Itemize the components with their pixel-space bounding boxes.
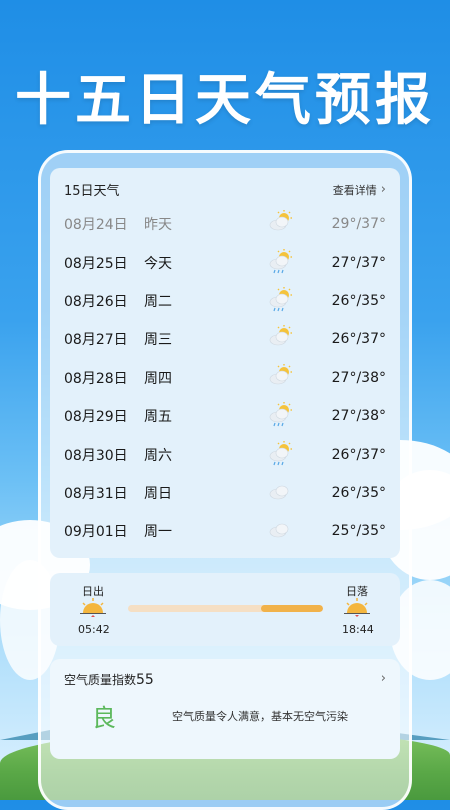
forecast-temp: 26°/37° [331, 446, 386, 463]
forecast-date: 09月01日 [64, 524, 128, 541]
partly-cloudy-icon [267, 324, 293, 354]
forecast-row[interactable]: 08月28日 周四 27°/38° [50, 359, 400, 397]
forecast-temp: 26°/35° [331, 484, 386, 501]
hero-title: 十五日天气预报 [15, 68, 435, 133]
sun-rain-icon [267, 440, 293, 470]
forecast-row[interactable]: 09月01日 周一 25°/35° [50, 512, 400, 550]
forecast-date: 08月28日 [64, 370, 128, 387]
forecast-day: 周二 [144, 293, 172, 310]
forecast-temp: 27°/38° [331, 408, 386, 425]
chevron-right-icon[interactable]: › [381, 671, 386, 686]
forecast-day: 周六 [144, 447, 172, 464]
forecast-date: 08月26日 [64, 293, 128, 310]
forecast-temp: 27°/37° [331, 254, 386, 271]
sun-rain-icon [267, 286, 293, 316]
chevron-right-icon: › [380, 182, 386, 197]
forecast-date: 08月25日 [64, 255, 128, 272]
sunrise-time: 05:42 [78, 623, 110, 636]
forecast-list: 08月24日 昨天 29°/37° 08月25日 今天 27°/37° 08月26日 周二 26… [50, 205, 400, 551]
forecast-card: 15日天气 查看详情 › 08月24日 昨天 29°/37° 08月25日 今天 27°/… [50, 168, 400, 558]
sunset-time: 18:44 [342, 623, 374, 636]
view-details-link[interactable]: 查看详情 › [333, 182, 386, 198]
partly-cloudy-icon [267, 209, 293, 239]
aqi-header: 空气质量指数55 › [50, 659, 400, 688]
forecast-date: 08月24日 [64, 217, 128, 234]
forecast-row[interactable]: 08月31日 周日 26°/35° [50, 474, 400, 512]
forecast-day: 昨天 [144, 217, 172, 234]
forecast-day: 周三 [144, 332, 172, 349]
aqi-description: 空气质量令人满意，基本无空气污染 [172, 709, 348, 723]
aqi-level: 良 [92, 704, 116, 732]
aqi-title: 空气质量指数 [64, 673, 137, 687]
forecast-date: 08月31日 [64, 485, 128, 502]
aqi-value: 55 [136, 672, 154, 688]
cloudy-icon [267, 516, 293, 546]
forecast-row[interactable]: 08月27日 周三 26°/37° [50, 320, 400, 358]
forecast-title: 15日天气 [64, 184, 120, 199]
daylight-progress-fill [260, 605, 323, 612]
forecast-date: 08月29日 [64, 409, 128, 426]
forecast-row[interactable]: 08月25日 今天 27°/37° [50, 243, 400, 281]
forecast-day: 今天 [144, 255, 172, 272]
forecast-temp: 25°/35° [331, 523, 386, 540]
forecast-day: 周一 [144, 524, 172, 541]
sun-rain-icon [267, 401, 293, 431]
sunset-icon [342, 597, 372, 621]
sunrise-icon [78, 597, 108, 621]
forecast-row[interactable]: 08月30日 周六 26°/37° [50, 435, 400, 473]
forecast-day: 周四 [144, 370, 172, 387]
forecast-date: 08月30日 [64, 447, 128, 464]
sun-card: 日出 05:42 日落 18:44 [50, 573, 400, 646]
forecast-day: 周五 [144, 409, 172, 426]
forecast-temp: 26°/37° [331, 331, 386, 348]
daylight-progress [128, 605, 323, 612]
forecast-row[interactable]: 08月26日 周二 26°/35° [50, 282, 400, 320]
forecast-day: 周日 [144, 485, 172, 502]
forecast-temp: 29°/37° [331, 216, 386, 233]
cloudy-icon [267, 478, 293, 508]
aqi-body: 良 空气质量令人满意，基本无空气污染 [50, 688, 400, 733]
partly-cloudy-icon [267, 363, 293, 393]
forecast-temp: 27°/38° [331, 369, 386, 386]
aqi-card[interactable]: 空气质量指数55 › 良 空气质量令人满意，基本无空气污染 [50, 659, 400, 759]
forecast-header: 15日天气 查看详情 › [50, 168, 400, 205]
forecast-row[interactable]: 08月29日 周五 27°/38° [50, 397, 400, 435]
sun-rain-icon [267, 248, 293, 278]
view-details-label: 查看详情 [332, 183, 377, 197]
forecast-temp: 26°/35° [331, 292, 386, 309]
forecast-row[interactable]: 08月24日 昨天 29°/37° [50, 205, 400, 243]
forecast-date: 08月27日 [64, 332, 128, 349]
